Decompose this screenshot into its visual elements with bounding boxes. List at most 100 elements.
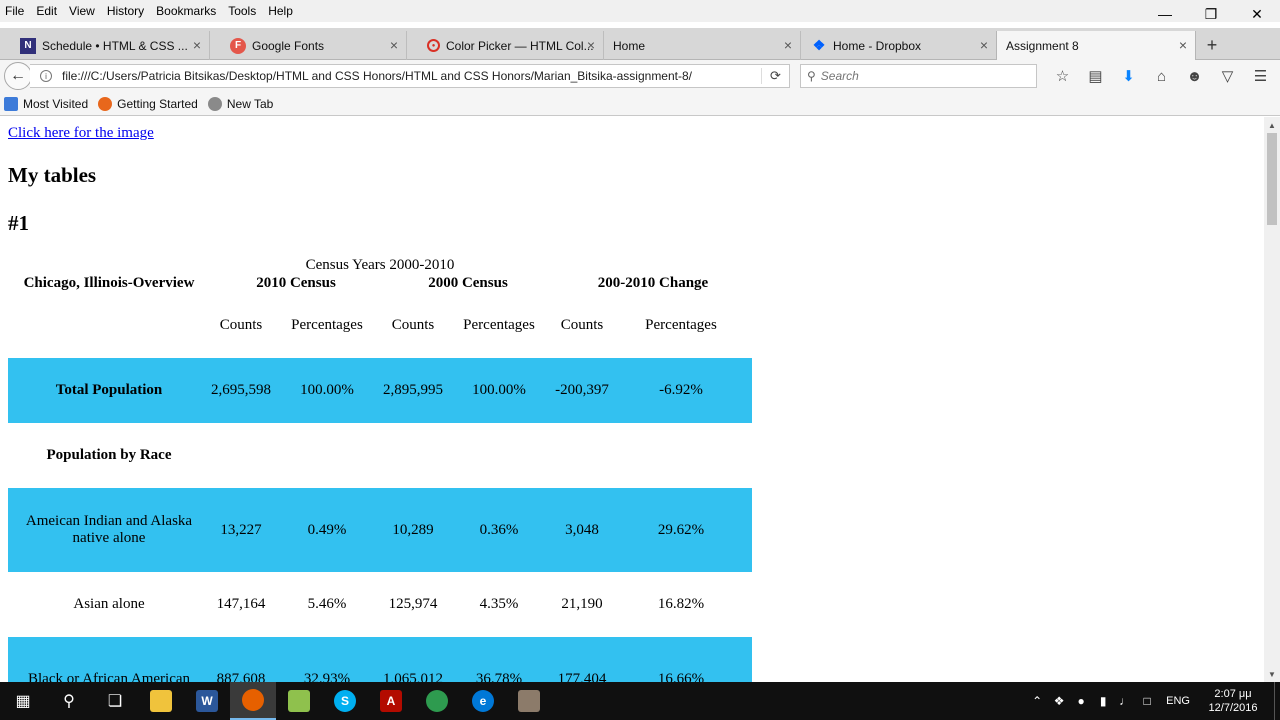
notifications-icon[interactable]: □: [1136, 694, 1158, 708]
taskbar-edge[interactable]: e: [460, 682, 506, 720]
table-cell: 125,974: [388, 596, 438, 612]
scrollbar-thumb[interactable]: [1267, 133, 1277, 225]
taskbar-firefox[interactable]: [230, 682, 276, 720]
show-desktop-button[interactable]: [1274, 682, 1280, 720]
row-label: Asian alone: [73, 596, 145, 612]
table-row: Black or African American 887,608 32.93%…: [8, 637, 752, 682]
taskbar-folder[interactable]: [276, 682, 322, 720]
bookmark-label: Most Visited: [23, 96, 89, 111]
chevron-up-icon[interactable]: ⌃: [1026, 694, 1048, 708]
wifi-icon[interactable]: ●: [1070, 694, 1092, 708]
menu-history[interactable]: History: [101, 4, 150, 18]
table-cell: 177,404: [554, 637, 610, 682]
taskbar-archive[interactable]: [506, 682, 552, 720]
group-header: 2010 Census: [256, 274, 336, 291]
taskbar-file-explorer[interactable]: [138, 682, 184, 720]
start-windows-icon[interactable]: ▦: [0, 682, 46, 720]
table-cell: [382, 423, 444, 488]
new-tab-button[interactable]: +: [1200, 34, 1224, 56]
tab-google-fonts[interactable]: F Google Fonts ×: [210, 31, 407, 60]
close-window-button[interactable]: ✕: [1234, 0, 1280, 28]
bookmark-getting-started[interactable]: Getting Started: [98, 96, 198, 111]
scroll-up-icon[interactable]: ▲: [1264, 117, 1280, 133]
minimize-button[interactable]: —: [1142, 0, 1188, 28]
folder-icon: [288, 690, 310, 712]
tab-close-icon[interactable]: ×: [1179, 37, 1187, 53]
task-view-icon[interactable]: ❏: [92, 682, 138, 720]
downloads-icon[interactable]: ⬇: [1112, 64, 1145, 88]
group-header: 200-2010 Change: [597, 274, 709, 291]
reading-list-icon[interactable]: ▤: [1079, 64, 1112, 88]
tab-close-icon[interactable]: ×: [980, 37, 988, 53]
row-label: Ameican Indian and Alaska native alone: [8, 488, 210, 572]
subheader-cell: Counts: [560, 316, 604, 333]
back-button[interactable]: ←: [4, 62, 32, 90]
clock-date: 12/7/2016: [1208, 702, 1258, 714]
restore-button[interactable]: ❐: [1188, 0, 1234, 28]
tab-color-picker[interactable]: ● Color Picker — HTML Col... ×: [407, 31, 604, 60]
toolbar-icons: ☆ ▤ ⬇ ⌂ ☻ ▽ ☰: [1046, 64, 1277, 88]
tab-schedule[interactable]: N Schedule • HTML & CSS ... ×: [0, 31, 210, 60]
navigation-bar: ← i file:///C:/Users/Patricia Bitsikas/D…: [0, 60, 1280, 92]
chat-icon[interactable]: ☻: [1178, 64, 1211, 88]
taskbar-acrobat[interactable]: A: [368, 682, 414, 720]
menu-edit[interactable]: Edit: [30, 4, 63, 18]
tab-close-icon[interactable]: ×: [784, 37, 792, 53]
image-link[interactable]: Click here for the image: [8, 125, 154, 142]
tab-label: Color Picker — HTML Col...: [446, 38, 594, 53]
edge-icon: e: [472, 690, 494, 712]
tab-close-icon[interactable]: ×: [390, 37, 398, 53]
bookmark-star-icon[interactable]: ☆: [1046, 64, 1079, 88]
table-cell: 2,895,995: [382, 358, 444, 423]
taskbar-word[interactable]: W: [184, 682, 230, 720]
tab-home[interactable]: Home ×: [604, 31, 801, 60]
most-visited-icon: [4, 96, 18, 111]
table-cell: [210, 423, 272, 488]
table-cell: 21,190: [561, 596, 603, 612]
scroll-down-icon[interactable]: ▼: [1264, 666, 1280, 682]
volume-icon[interactable]: ♩: [1114, 694, 1136, 708]
search-input[interactable]: [820, 69, 1021, 83]
vertical-scrollbar[interactable]: ▲ ▼: [1264, 117, 1280, 682]
battery-icon[interactable]: ▮: [1092, 694, 1114, 708]
bookmark-new-tab[interactable]: New Tab: [207, 96, 273, 111]
clock[interactable]: 2:07 μμ 12/7/2016: [1198, 687, 1268, 715]
table-row: Ameican Indian and Alaska native alone 1…: [8, 488, 752, 572]
language-indicator[interactable]: ENG: [1166, 695, 1190, 707]
menu-help[interactable]: Help: [262, 4, 299, 18]
pocket-icon[interactable]: ▽: [1211, 64, 1244, 88]
search-icon[interactable]: ⚲: [46, 682, 92, 720]
home-icon[interactable]: ⌂: [1145, 64, 1178, 88]
taskbar-skype[interactable]: S: [322, 682, 368, 720]
tab-close-icon[interactable]: ×: [193, 37, 201, 53]
firefox-icon: [98, 96, 113, 111]
tab-strip: N Schedule • HTML & CSS ... × F Google F…: [0, 28, 1280, 61]
firefox-icon: [242, 689, 264, 711]
info-icon[interactable]: i: [40, 70, 52, 82]
taskbar-app-green[interactable]: [414, 682, 460, 720]
dropbox-tray-icon[interactable]: ❖: [1048, 694, 1070, 708]
onenote-favicon-icon: N: [20, 37, 36, 54]
table-row: Total Population 2,695,598 100.00% 2,895…: [8, 358, 752, 423]
menu-bookmarks[interactable]: Bookmarks: [150, 4, 222, 18]
menu-file[interactable]: File: [0, 4, 30, 18]
url-bar[interactable]: i file:///C:/Users/Patricia Bitsikas/Des…: [30, 64, 790, 88]
search-bar[interactable]: ⚲: [800, 64, 1037, 88]
reload-icon[interactable]: ⟳: [761, 68, 789, 84]
tab-assignment-8[interactable]: Assignment 8 ×: [996, 31, 1196, 61]
row-label: Total Population: [8, 358, 210, 423]
url-text[interactable]: file:///C:/Users/Patricia Bitsikas/Deskt…: [62, 69, 761, 83]
row-label: Population by Race: [46, 447, 172, 463]
table-cell: 5.46%: [307, 596, 347, 612]
table-cell: 29.62%: [610, 488, 752, 572]
hamburger-menu-icon[interactable]: ☰: [1244, 64, 1277, 88]
tab-close-icon[interactable]: ×: [587, 37, 595, 53]
taskbar: ▦ ⚲ ❏ W S A e ⌃ ❖ ● ▮ ♩ □ ENG 2:07 μμ 12…: [0, 682, 1280, 720]
bookmark-most-visited[interactable]: Most Visited: [4, 96, 89, 111]
tab-dropbox[interactable]: ❖ Home - Dropbox ×: [801, 31, 997, 60]
table-cell: 0.49%: [272, 488, 382, 572]
menu-tools[interactable]: Tools: [222, 4, 262, 18]
system-tray: ⌃ ❖ ● ▮ ♩ □ ENG 2:07 μμ 12/7/2016: [1026, 682, 1280, 720]
menu-view[interactable]: View: [63, 4, 101, 18]
row-label: Black or African American: [8, 637, 210, 682]
